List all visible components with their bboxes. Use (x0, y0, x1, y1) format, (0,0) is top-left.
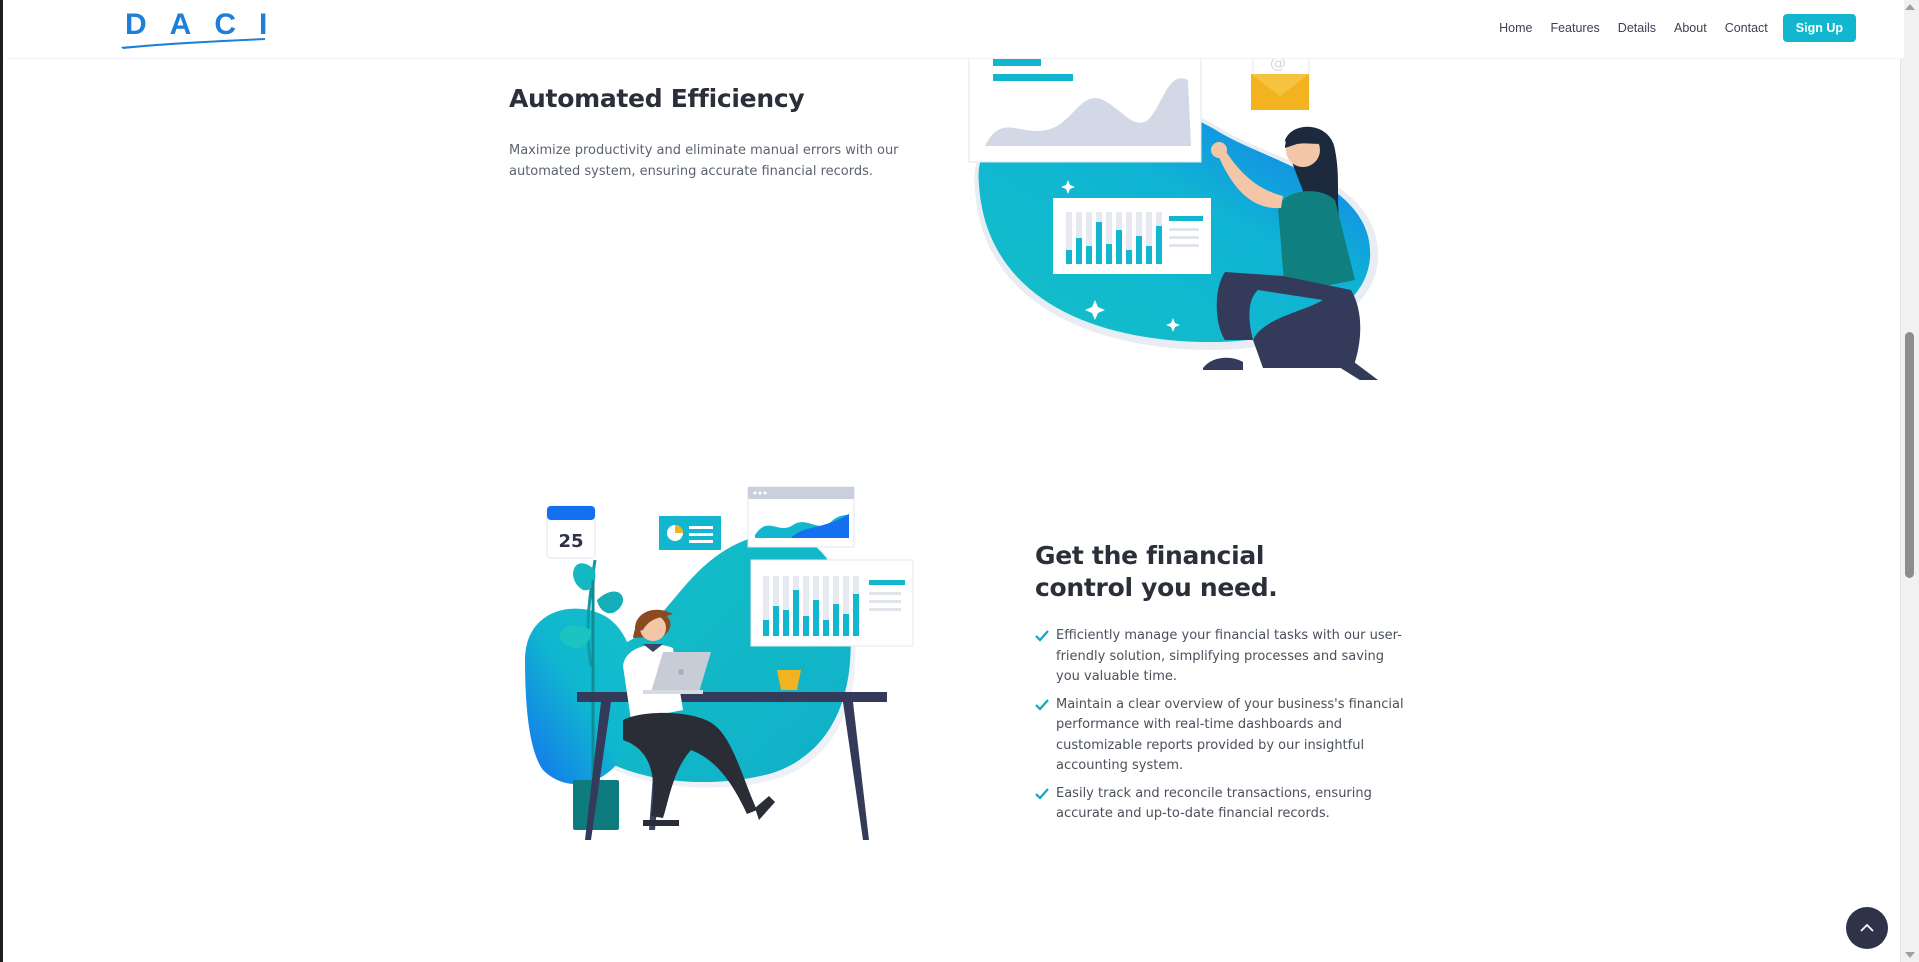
main-nav: Home Features Details About Contact Sign… (1490, 14, 1856, 42)
list-item: Easily track and reconcile transactions,… (1035, 784, 1405, 825)
automated-efficiency-title: Automated Efficiency (509, 84, 805, 113)
automated-efficiency-text: Maximize productivity and eliminate manu… (509, 143, 899, 179)
financial-control-title: Get the financial control you need. (1035, 541, 1278, 602)
list-item-text: Maintain a clear overview of your busine… (1056, 696, 1404, 774)
signup-button[interactable]: Sign Up (1782, 14, 1856, 42)
chevron-up-icon (1860, 923, 1874, 932)
nav-details[interactable]: Details (1609, 15, 1665, 41)
check-icon (1035, 787, 1049, 800)
list-item-text: Easily track and reconcile transactions,… (1056, 785, 1372, 822)
calendar-date: 25 (558, 531, 583, 552)
features-list: Efficiently manage your financial tasks … (1035, 626, 1405, 832)
check-icon (1035, 698, 1049, 711)
check-icon (1035, 630, 1049, 642)
logo-swoosh-icon (121, 38, 265, 49)
vertical-scrollbar[interactable] (1900, 0, 1919, 962)
back-to-top-button[interactable] (1846, 907, 1888, 949)
page-frame: DACI Home Features Details About Contact… (0, 0, 1919, 962)
nav-about[interactable]: About (1665, 15, 1716, 41)
logo[interactable]: DACI (119, 2, 269, 50)
scroll-up-arrow-icon[interactable] (1905, 4, 1915, 10)
nav-home[interactable]: Home (1490, 15, 1541, 41)
top-navbar: DACI Home Features Details About Contact… (6, 0, 1904, 59)
woman-dashboard-illustration: @ (968, 50, 1379, 380)
nav-contact[interactable]: Contact (1716, 15, 1777, 41)
list-item: Maintain a clear overview of your busine… (1035, 695, 1405, 777)
scrollbar-thumb[interactable] (1905, 332, 1914, 578)
scroll-down-arrow-icon[interactable] (1905, 952, 1915, 958)
man-at-desk-illustration: 25 (525, 486, 914, 840)
list-item: Efficiently manage your financial tasks … (1035, 626, 1405, 688)
nav-features[interactable]: Features (1541, 15, 1608, 41)
list-item-text: Efficiently manage your financial tasks … (1056, 628, 1402, 684)
